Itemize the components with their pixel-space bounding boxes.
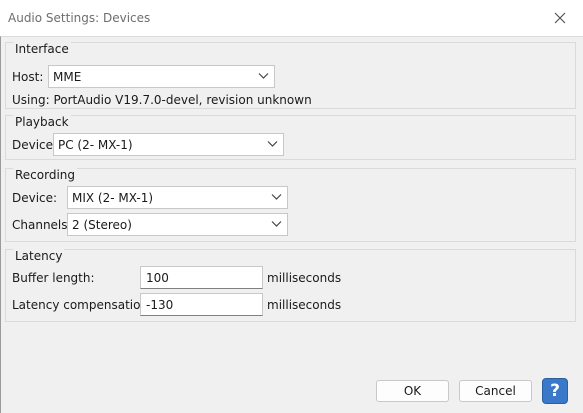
host-select[interactable]: MME <box>48 65 275 88</box>
buffer-length-input[interactable]: 100 <box>140 266 263 289</box>
playback-device-label: Device: <box>12 138 58 152</box>
chevron-down-icon <box>271 194 282 200</box>
buffer-length-unit: milliseconds <box>267 271 342 285</box>
recording-device-value: MIX (2- MX-1) <box>72 191 154 205</box>
playback-device-select[interactable]: PC (2- MX-1) <box>53 133 284 156</box>
buffer-length-value: 100 <box>146 271 169 285</box>
latency-compensation-input[interactable]: -130 <box>140 293 263 316</box>
latency-compensation-label: Latency compensation: <box>12 298 153 312</box>
latency-group: Latency Buffer length: 100 milliseconds … <box>5 249 576 322</box>
interface-group: Interface Host: MME Using: PortAudio V19… <box>5 42 576 109</box>
interface-group-label: Interface <box>13 42 71 56</box>
cancel-button[interactable]: Cancel <box>459 380 532 402</box>
ok-button[interactable]: OK <box>376 380 449 402</box>
channels-value: 2 (Stereo) <box>72 218 132 232</box>
chevron-down-icon <box>258 73 269 79</box>
chevron-down-icon <box>267 141 278 147</box>
playback-group-label: Playback <box>13 115 71 129</box>
help-button[interactable]: ? <box>542 378 568 404</box>
latency-compensation-unit: milliseconds <box>267 298 342 312</box>
latency-compensation-value: -130 <box>146 298 174 312</box>
recording-device-label: Device: <box>12 191 58 205</box>
host-label: Host: <box>12 70 44 84</box>
dialog-content: Interface Host: MME Using: PortAudio V19… <box>0 36 583 413</box>
playback-device-value: PC (2- MX-1) <box>58 138 133 152</box>
buffer-length-label: Buffer length: <box>12 271 95 285</box>
window-title: Audio Settings: Devices <box>8 11 151 25</box>
portaudio-info: Using: PortAudio V19.7.0-devel, revision… <box>12 93 312 107</box>
close-button[interactable] <box>537 0 583 36</box>
channels-select[interactable]: 2 (Stereo) <box>67 213 288 236</box>
latency-group-label: Latency <box>13 249 65 263</box>
playback-group: Playback Device: PC (2- MX-1) <box>5 115 576 160</box>
host-select-value: MME <box>53 70 82 84</box>
channels-label: Channels: <box>12 218 72 232</box>
title-bar: Audio Settings: Devices <box>0 0 583 36</box>
recording-device-select[interactable]: MIX (2- MX-1) <box>67 186 288 209</box>
chevron-down-icon <box>271 221 282 227</box>
close-icon <box>554 12 566 24</box>
recording-group-label: Recording <box>13 168 78 182</box>
help-icon: ? <box>550 381 560 401</box>
recording-group: Recording Device: MIX (2- MX-1) Channels… <box>5 168 576 242</box>
audio-settings-dialog: Audio Settings: Devices Interface Host: … <box>0 0 583 413</box>
